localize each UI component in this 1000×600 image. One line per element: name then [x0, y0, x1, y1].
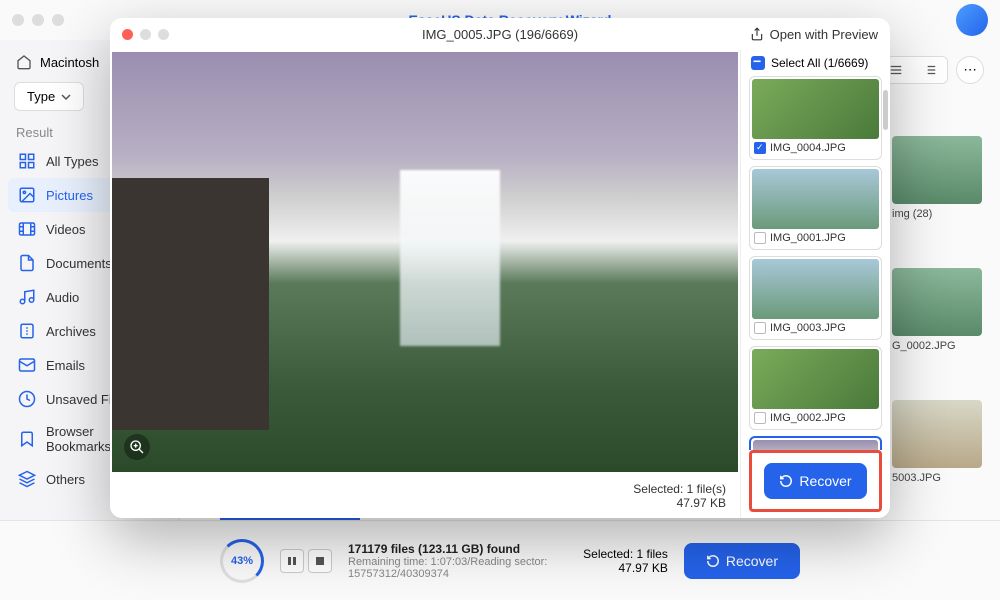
status-bar: Searching:...\encodings\aliases.cpython-… [0, 520, 1000, 600]
thumbnail-item[interactable]: IMG_0003.JPG [749, 256, 882, 340]
thumbnail-checkbox[interactable] [754, 232, 766, 244]
files-found: 171179 files (123.11 GB) found [348, 542, 567, 556]
select-all-checkbox[interactable]: Select All (1/6669) [741, 50, 890, 76]
scan-controls [280, 549, 332, 573]
modal-minimize-button[interactable] [140, 29, 151, 40]
video-icon [18, 220, 36, 238]
pause-button[interactable] [280, 549, 304, 573]
thumbnail-item[interactable]: IMG_0002.JPG [749, 346, 882, 430]
layers-icon [18, 470, 36, 488]
sidebar-item-label: Audio [46, 290, 79, 305]
selected-count: Selected: 1 file(s) [124, 482, 726, 496]
sidebar-item-label: Pictures [46, 188, 93, 203]
breadcrumb-location: Macintosh [40, 55, 99, 70]
file-thumbnail[interactable]: G_0002.JPG [892, 268, 982, 352]
app-logo [956, 4, 988, 36]
checkbox-indeterminate-icon [751, 56, 765, 70]
thumbnail-image [752, 259, 879, 319]
preview-modal: IMG_0005.JPG (196/6669) Open with Previe… [110, 18, 890, 518]
sidebar-item-label: Emails [46, 358, 85, 373]
modal-title: IMG_0005.JPG (196/6669) [422, 27, 578, 42]
traffic-lights [12, 14, 64, 26]
modal-close-button[interactable] [122, 29, 133, 40]
home-icon [16, 54, 32, 70]
modal-header: IMG_0005.JPG (196/6669) Open with Previe… [110, 18, 890, 50]
bookmark-icon [18, 430, 36, 448]
thumbnail-image [752, 169, 879, 229]
preview-footer: Selected: 1 file(s) 47.97 KB [110, 474, 740, 518]
sidebar-item-label: Archives [46, 324, 96, 339]
thumbnail-item[interactable]: IMG_0001.JPG [749, 166, 882, 250]
clock-icon [18, 390, 36, 408]
audio-icon [18, 288, 36, 306]
detail-view-button[interactable] [913, 57, 947, 83]
email-icon [18, 356, 36, 374]
close-window[interactable] [12, 14, 24, 26]
document-icon [18, 254, 36, 272]
archive-icon [18, 322, 36, 340]
type-filter-button[interactable]: Type [14, 82, 84, 111]
restore-icon [706, 554, 720, 568]
recover-highlight: Recover [749, 450, 882, 512]
zoom-button[interactable] [124, 434, 150, 460]
progress-circle: 43% [220, 539, 264, 583]
time-remaining: Remaining time: 1:07:03/Reading sector: … [348, 556, 567, 580]
sidebar-item-label: Others [46, 472, 85, 487]
selection-info: Selected: 1 files 47.97 KB [583, 547, 668, 575]
chevron-down-icon [61, 92, 71, 102]
recover-button[interactable]: Recover [684, 543, 800, 579]
file-thumbnail[interactable]: 5003.JPG [892, 400, 982, 484]
thumbnail-image [752, 79, 879, 139]
thumbnail-checkbox[interactable] [754, 322, 766, 334]
thumbnail-item[interactable]: IMG_0004.JPG [749, 76, 882, 160]
magnify-icon [129, 439, 145, 455]
sidebar-item-label: All Types [46, 154, 99, 169]
modal-recover-button[interactable]: Recover [764, 463, 867, 499]
scrollbar[interactable] [883, 90, 888, 130]
modal-maximize-button[interactable] [158, 29, 169, 40]
restore-icon [779, 474, 793, 488]
thumbnail-image [752, 349, 879, 409]
scan-info: 171179 files (123.11 GB) found Remaining… [348, 542, 567, 580]
image-icon [18, 186, 36, 204]
sidebar-item-label: Documents [46, 256, 112, 271]
selected-size: 47.97 KB [124, 496, 726, 510]
minimize-window[interactable] [32, 14, 44, 26]
share-icon [750, 27, 764, 41]
sidebar-item-label: Videos [46, 222, 86, 237]
more-options-button[interactable]: ⋯ [956, 56, 984, 84]
open-with-preview-button[interactable]: Open with Preview [750, 27, 878, 42]
thumbnail-image [753, 440, 878, 450]
maximize-window[interactable] [52, 14, 64, 26]
modal-traffic-lights [122, 29, 169, 40]
thumbnail-rail: Select All (1/6669) IMG_0004.JPG IMG_000… [740, 50, 890, 518]
thumbnail-checkbox[interactable] [754, 142, 766, 154]
file-thumbnail[interactable]: img (28) [892, 136, 982, 220]
preview-image[interactable] [112, 52, 738, 472]
preview-pane: Selected: 1 file(s) 47.97 KB [110, 50, 740, 518]
thumbnail-checkbox[interactable] [754, 412, 766, 424]
grid-icon [18, 152, 36, 170]
thumbnails-list: IMG_0004.JPG IMG_0001.JPG IMG_0003.JPG I… [741, 76, 890, 450]
thumbnail-item[interactable]: IMG_0005.JPG [749, 436, 882, 450]
stop-button[interactable] [308, 549, 332, 573]
